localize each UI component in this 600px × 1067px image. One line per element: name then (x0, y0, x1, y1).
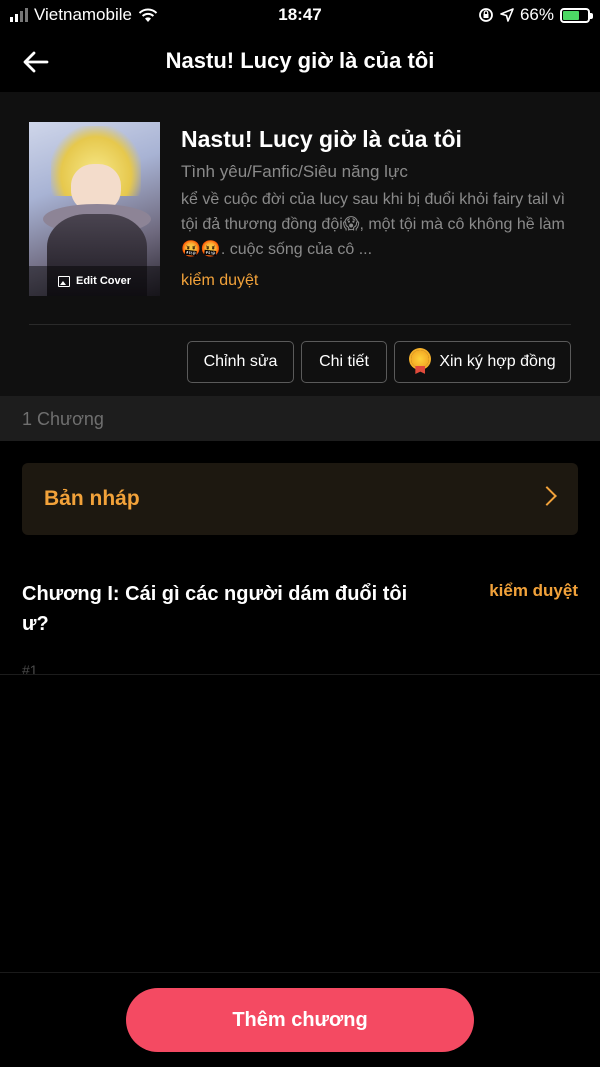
details-button-label: Chi tiết (319, 353, 369, 370)
chapter-title: Chương I: Cái gì các người dám đuổi tôi … (22, 583, 408, 635)
nav-bar: Nastu! Lucy giờ là của tôi (0, 32, 600, 92)
book-status: kiểm duyệt (181, 272, 259, 289)
contract-button-label: Xin ký hợp đồng (439, 353, 556, 370)
battery-charging-icon (560, 7, 593, 23)
add-chapter-label: Thêm chương (232, 1008, 368, 1031)
bottom-bar: Thêm chương (0, 972, 600, 1067)
details-button[interactable]: Chi tiết (301, 341, 387, 383)
book-description: kể về cuộc đời của lucy sau khi bị đuổi … (181, 191, 566, 258)
battery-percent: 66% (519, 5, 554, 24)
edit-cover-button[interactable]: Edit Cover (29, 266, 160, 296)
edit-button-label: Chỉnh sửa (203, 353, 278, 370)
chevron-right-icon (537, 486, 557, 506)
chapter-number: #1 (22, 662, 38, 678)
page-title: Nastu! Lucy giờ là của tôi (165, 48, 435, 73)
status-bar: Vietnamobile 18:47 66% (0, 0, 600, 32)
draft-row[interactable]: Bản nháp (22, 463, 578, 535)
status-right: 66% (478, 5, 593, 25)
chapter-count: 1 Chương (22, 409, 104, 429)
book-cover[interactable]: Edit Cover (29, 122, 160, 296)
contract-button[interactable]: Xin ký hợp đồng (394, 341, 571, 383)
chapter-status: kiểm duyệt (489, 581, 578, 600)
orientation-lock-icon (479, 8, 493, 22)
book-genres: Tình yêu/Fanfic/Siêu năng lực (181, 162, 408, 181)
divider (29, 324, 571, 325)
edit-cover-label: Edit Cover (75, 275, 131, 287)
add-chapter-button[interactable]: Thêm chương (126, 988, 474, 1052)
location-icon (500, 8, 514, 22)
book-info-panel: Edit Cover Nastu! Lucy giờ là của tôi Tì… (0, 92, 600, 396)
medal-icon (409, 350, 431, 374)
draft-label: Bản nháp (44, 487, 140, 510)
image-icon (57, 275, 70, 287)
chapter-list-item[interactable]: Chương I: Cái gì các người dám đuổi tôi … (0, 565, 600, 678)
chapter-divider (0, 674, 600, 675)
battery-level-fill (563, 10, 579, 20)
book-title: Nastu! Lucy giờ là của tôi (181, 126, 462, 152)
edit-button[interactable]: Chỉnh sửa (187, 341, 294, 383)
chapter-count-bar: 1 Chương (0, 396, 600, 441)
